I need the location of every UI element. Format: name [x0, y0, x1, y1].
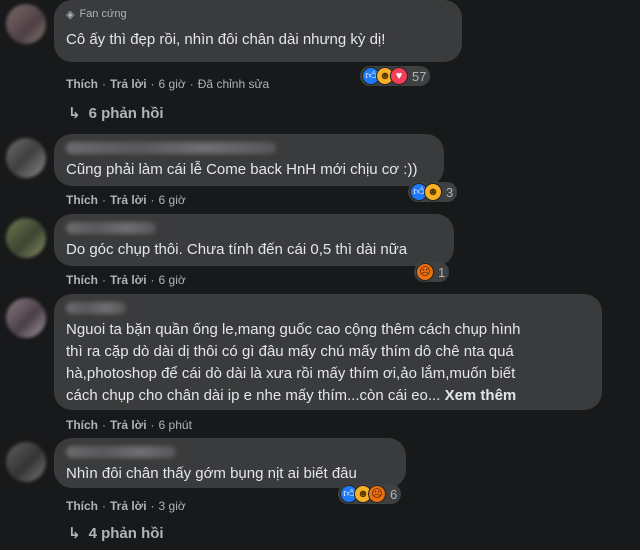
- like-button[interactable]: Thích: [66, 77, 98, 91]
- comment-text: Do góc chụp thôi. Chưa tính đến cái 0,5 …: [66, 241, 408, 258]
- author-name-blurred[interactable]: [66, 302, 126, 314]
- comment-text: Nguoi ta bặn quần ống le,mang guốc cao c…: [66, 319, 590, 407]
- author-name-blurred[interactable]: [66, 446, 176, 458]
- comment-text: Nhìn đôi chân thấy gớm bụng nịt ai biết …: [66, 465, 357, 482]
- comment-bubble: Cũng phải làm cái lễ Come back HnH mới c…: [54, 134, 444, 186]
- comment-bubble: Do góc chụp thôi. Chưa tính đến cái 0,5 …: [54, 214, 454, 266]
- comment-actions: Thích · Trả lời · 6 giờ: [66, 273, 186, 287]
- reply-arrow-icon: ↳: [68, 105, 81, 122]
- comment-actions: Thích · Trả lời · 6 giờ: [66, 193, 186, 207]
- comment-time[interactable]: 6 phút: [159, 418, 192, 432]
- comment-bubble: Nhìn đôi chân thấy gớm bụng nịt ai biết …: [54, 438, 406, 488]
- reply-button[interactable]: Trả lời: [110, 77, 147, 91]
- comment-line: thì ra cặp dò dài dị thôi có gì đâu mấy …: [66, 343, 514, 360]
- replies-label: 4 phản hồi: [88, 524, 164, 542]
- comment-actions: Thích · Trả lời · 6 phút: [66, 418, 192, 432]
- fan-badge: ◈ Fan cứng: [66, 7, 450, 21]
- avatar[interactable]: [6, 298, 46, 338]
- reaction-count: 6: [390, 486, 398, 502]
- comment-time[interactable]: 3 giờ: [159, 499, 186, 513]
- like-button[interactable]: Thích: [66, 418, 98, 432]
- like-button[interactable]: Thích: [66, 499, 98, 513]
- comment-time[interactable]: 6 giờ: [159, 273, 186, 287]
- reaction-count: 3: [446, 184, 454, 200]
- comment-line: hà,photoshop để cái dò dài là xưa rồi mấ…: [66, 365, 516, 382]
- reaction-count: 57: [412, 68, 427, 84]
- reaction-summary[interactable]: 👍︎ ☻ 3: [408, 182, 458, 202]
- comment-text: Cũng phải làm cái lễ Come back HnH mới c…: [66, 161, 418, 178]
- reply-button[interactable]: Trả lời: [110, 193, 147, 207]
- comment-bubble: ◈ Fan cứng Cô ấy thì đẹp rồi, nhìn đôi c…: [54, 0, 462, 62]
- comment-line: cách chụp cho chân dài ip e nhe mấy thím…: [66, 387, 441, 404]
- avatar[interactable]: [6, 442, 46, 482]
- reply-button[interactable]: Trả lời: [110, 418, 147, 432]
- comment-line: Nguoi ta bặn quần ống le,mang guốc cao c…: [66, 321, 521, 338]
- comment-actions: Thích · Trả lời · 3 giờ: [66, 499, 186, 513]
- angry-icon: ☹: [368, 485, 386, 503]
- author-name-blurred[interactable]: [66, 222, 156, 234]
- comment-text: Cô ấy thì đẹp rồi, nhìn đôi chân dài như…: [66, 31, 386, 48]
- see-more-link[interactable]: Xem thêm: [445, 387, 517, 404]
- badge-label: Fan cứng: [79, 8, 127, 20]
- diamond-icon: ◈: [66, 8, 75, 21]
- love-icon: ♥: [390, 67, 408, 85]
- reply-button[interactable]: Trả lời: [110, 273, 147, 287]
- avatar[interactable]: [6, 218, 46, 258]
- reply-arrow-icon: ↳: [68, 525, 81, 542]
- view-replies-button[interactable]: ↳ 6 phản hồi: [68, 104, 164, 123]
- replies-label: 6 phản hồi: [88, 104, 164, 122]
- angry-icon: ☹: [416, 263, 434, 281]
- author-name-blurred[interactable]: [66, 142, 276, 154]
- avatar[interactable]: [6, 4, 46, 44]
- reaction-summary[interactable]: ☹ 1: [414, 262, 450, 282]
- like-button[interactable]: Thích: [66, 273, 98, 287]
- avatar[interactable]: [6, 138, 46, 178]
- comment-time[interactable]: 6 giờ: [159, 193, 186, 207]
- comment-time[interactable]: 6 giờ: [159, 77, 186, 91]
- like-button[interactable]: Thích: [66, 193, 98, 207]
- haha-icon: ☻: [424, 183, 442, 201]
- comment-bubble: Nguoi ta bặn quần ống le,mang guốc cao c…: [54, 294, 602, 410]
- edited-label: Đã chỉnh sửa: [197, 77, 270, 91]
- reply-button[interactable]: Trả lời: [110, 499, 147, 513]
- reaction-summary[interactable]: 👍︎ ☻ ♥ 57: [360, 66, 431, 86]
- reaction-count: 1: [438, 264, 446, 280]
- view-replies-button[interactable]: ↳ 4 phản hồi: [68, 524, 164, 543]
- comment-actions: Thích · Trả lời · 6 giờ · Đã chỉnh sửa: [66, 77, 270, 91]
- reaction-summary[interactable]: 👍︎ ☻ ☹ 6: [338, 484, 402, 504]
